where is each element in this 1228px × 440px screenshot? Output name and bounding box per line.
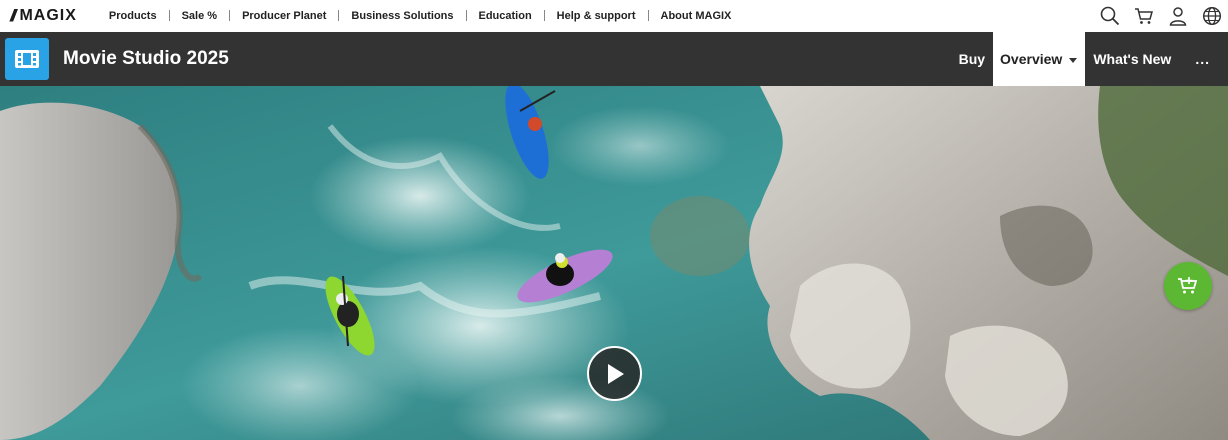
product-nav: Buy Overview What's New ... <box>951 32 1228 86</box>
nav-item-products[interactable]: Products <box>97 10 169 22</box>
logo-text: MAGIX <box>19 6 77 24</box>
more-menu-button[interactable]: ... <box>1179 32 1228 86</box>
nav-item-about[interactable]: About MAGIX <box>649 10 744 22</box>
buy-link[interactable]: Buy <box>951 32 993 86</box>
search-icon[interactable] <box>1100 6 1120 26</box>
whats-new-link[interactable]: What's New <box>1085 32 1179 86</box>
nav-item-producer-planet[interactable]: Producer Planet <box>230 10 338 22</box>
cart-add-icon <box>1178 277 1198 294</box>
hero-video[interactable] <box>0 86 1228 440</box>
play-icon <box>607 363 624 384</box>
globe-icon[interactable] <box>1202 6 1222 26</box>
user-icon[interactable] <box>1168 6 1188 26</box>
film-icon <box>15 50 39 68</box>
overview-label: Overview <box>1000 51 1063 67</box>
overview-tab[interactable]: Overview <box>993 32 1086 86</box>
nav-item-education[interactable]: Education <box>467 10 544 22</box>
product-bar: Movie Studio 2025 Buy Overview What's Ne… <box>0 32 1228 86</box>
nav-item-business-solutions[interactable]: Business Solutions <box>339 10 465 22</box>
product-title: Movie Studio 2025 <box>63 48 229 69</box>
product-logo[interactable] <box>5 38 49 80</box>
add-to-cart-button[interactable] <box>1164 262 1212 310</box>
logo-mark: // <box>10 5 17 25</box>
play-button[interactable] <box>587 346 642 401</box>
nav-item-sale[interactable]: Sale % <box>170 10 229 22</box>
header-icons <box>1100 0 1222 31</box>
cart-icon[interactable] <box>1134 6 1154 26</box>
main-nav: Products Sale % Producer Planet Business… <box>97 10 744 22</box>
caret-down-icon <box>1069 57 1078 63</box>
top-navigation: // MAGIX Products Sale % Producer Planet… <box>0 0 1228 31</box>
magix-logo[interactable]: // MAGIX <box>10 0 77 31</box>
nav-item-help-support[interactable]: Help & support <box>545 10 648 22</box>
